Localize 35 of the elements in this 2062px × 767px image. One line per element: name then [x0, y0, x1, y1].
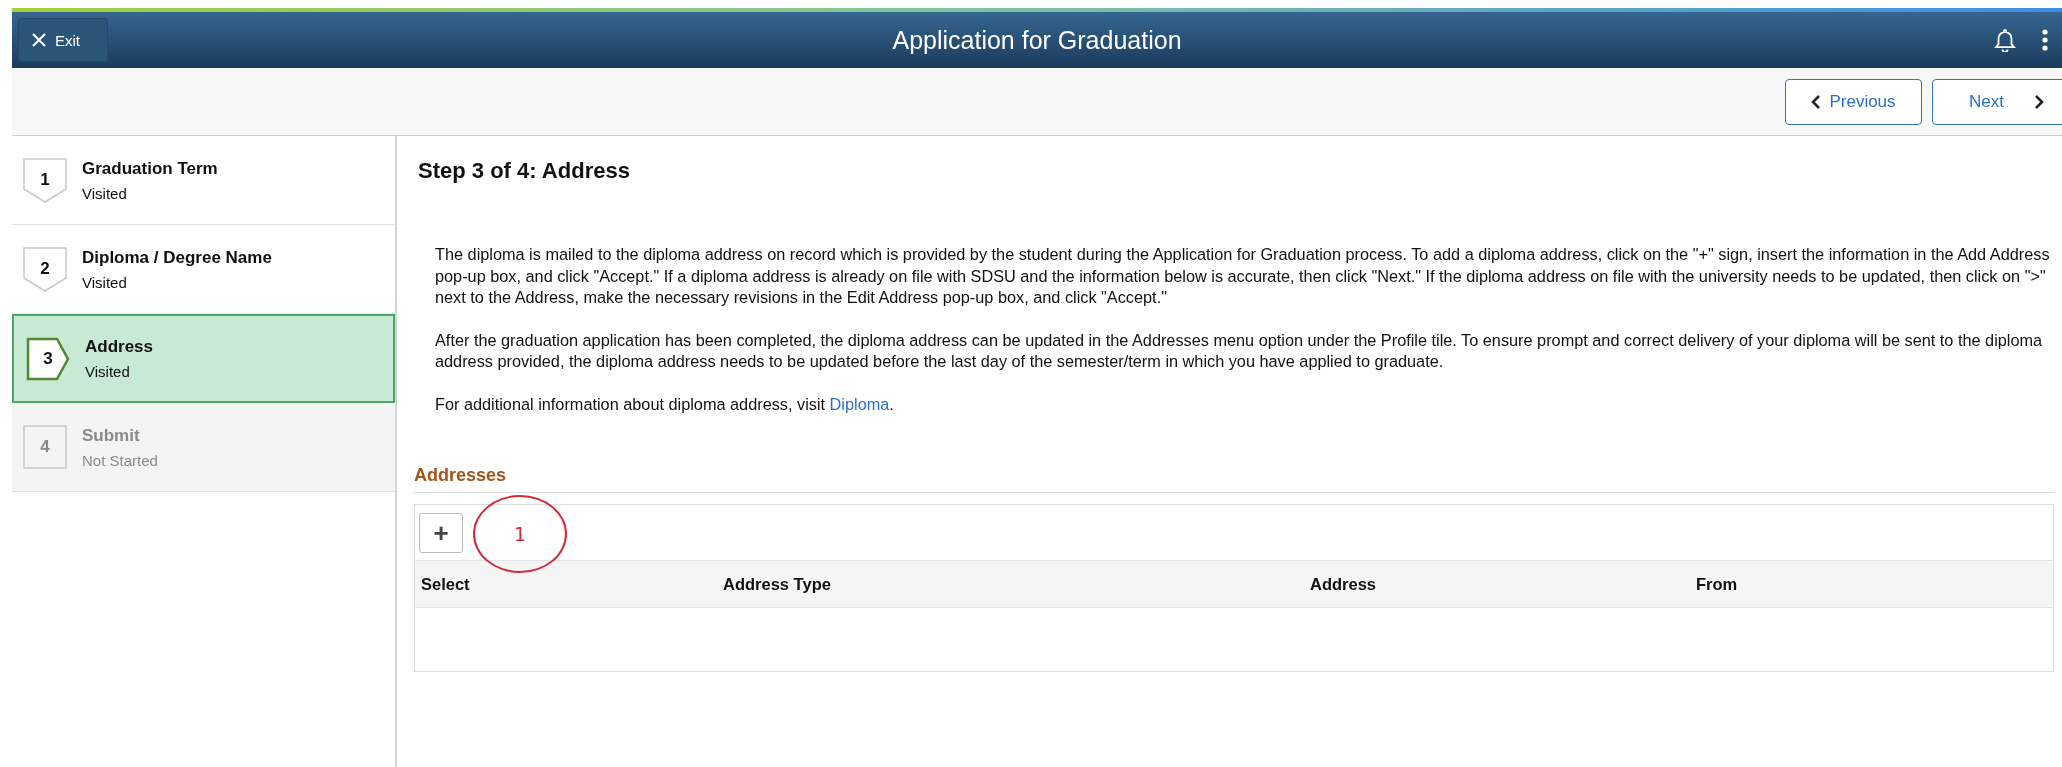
diploma-link[interactable]: Diploma: [829, 394, 890, 413]
step-number-badge: 1: [22, 157, 68, 203]
step-title: Address: [85, 337, 154, 357]
step-number-badge: 3: [25, 335, 71, 382]
next-button[interactable]: Next: [1932, 78, 2062, 125]
column-header: Select: [421, 574, 471, 594]
annotation-circle: 1: [473, 495, 567, 573]
chevron-left-icon: [1811, 94, 1822, 109]
info-paragraph: For additional information about diploma address, visit Diploma.: [435, 393, 895, 415]
step-status: Visited: [82, 184, 128, 202]
step-number-badge: 4: [22, 424, 68, 470]
page-title: Application for Graduation: [892, 25, 1182, 55]
column-header: From: [1696, 574, 1739, 594]
step-number-badge: 2: [22, 246, 68, 292]
chevron-right-icon: [2033, 94, 2044, 109]
step-heading: Step 3 of 4: Address: [418, 158, 631, 184]
column-header: Address: [1310, 574, 1378, 594]
previous-button[interactable]: Previous: [1785, 78, 1922, 125]
step-title: Diploma / Degree Name: [82, 247, 272, 268]
column-header: Address Type: [723, 574, 832, 594]
step-title: Graduation Term: [82, 158, 218, 179]
section-title: Addresses: [414, 465, 507, 486]
step-title: Submit: [82, 425, 141, 446]
step-status: Visited: [82, 273, 128, 291]
bell-icon[interactable]: [1994, 28, 2016, 52]
exit-button[interactable]: Exit: [18, 18, 108, 62]
more-options-icon[interactable]: [2042, 28, 2048, 52]
step-status: Not Started: [82, 451, 158, 469]
add-button[interactable]: +: [419, 512, 463, 553]
close-icon: [31, 32, 47, 48]
step-status: Visited: [85, 363, 131, 380]
info-paragraph: After the graduation application has been completed, the diploma address can be updated in the Addresses menu option under the Profile tile. To ensure prompt and correct delivery of your diploma will be sent to the diploma address provided, the diploma address needs to be updated before the last day of the semester/term in which you have applied to graduate.: [435, 329, 2044, 372]
step-item[interactable]: 1 Graduation Term Visited: [12, 136, 395, 225]
step-item[interactable]: 3 Address Visited: [12, 314, 395, 403]
info-paragraph: The diploma is mailed to the diploma address on record which is provided by the student during the Application for Graduation process. To add a diploma address, click on the "+" sign, insert the information in the Add Address pop-up box, and click "Accept." If a diploma address is already on file with SDSU and the information below is accurate, then click "Next." If the diploma address on file with the university needs to be updated, then click on ">" next to the Address, make the necessary revisions in the Edit Address pop-up box, and click "Accept.": [435, 244, 2051, 308]
